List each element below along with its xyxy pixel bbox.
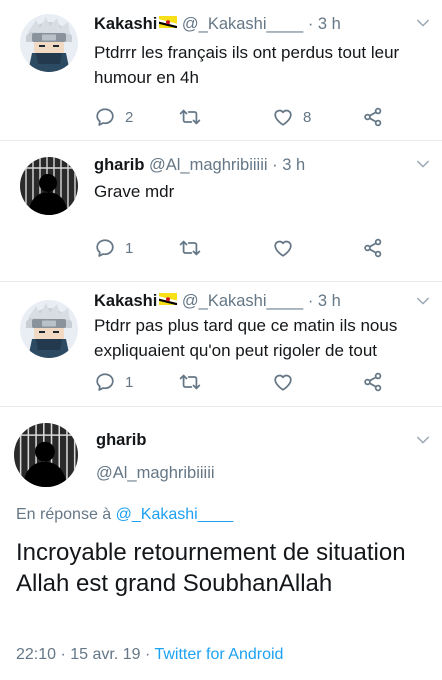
brunei-flag-icon xyxy=(159,16,177,28)
timestamp[interactable]: 3 h xyxy=(318,15,341,33)
timestamp[interactable]: 3 h xyxy=(318,292,341,310)
heart-icon xyxy=(272,371,294,393)
kakashi-avatar-icon xyxy=(20,300,78,358)
like-button[interactable]: 8 xyxy=(272,105,311,129)
tweet-text: Ptdrrr les français ils ont perdus tout … xyxy=(94,43,400,87)
author-name[interactable]: gharib xyxy=(94,156,144,174)
kakashi-avatar-icon xyxy=(20,14,78,72)
chevron-down-icon[interactable] xyxy=(414,431,432,449)
retweet-button[interactable] xyxy=(179,105,201,129)
reply-icon xyxy=(94,106,116,128)
share-icon xyxy=(362,371,384,393)
reply-count: 2 xyxy=(125,108,134,126)
tweet-meta: 22:10 · 15 avr. 19 · Twitter for Android xyxy=(16,646,283,664)
tweet-actions: 2 8 xyxy=(94,105,394,129)
reply-button[interactable]: 1 xyxy=(94,236,133,260)
chevron-down-icon[interactable] xyxy=(414,155,432,173)
reply-to-link[interactable]: @_Kakashi____ xyxy=(116,506,234,523)
avatar-kakashi[interactable] xyxy=(20,300,78,358)
tweet-item[interactable]: Kakashi @_Kakashi____ · 3 h Ptdrr pas pl… xyxy=(0,282,442,406)
reply-icon xyxy=(94,237,116,259)
chevron-down-icon[interactable] xyxy=(414,14,432,32)
author-handle[interactable]: @Al_maghribiiiii xyxy=(149,156,268,174)
retweet-icon xyxy=(179,237,201,259)
chevron-down-icon[interactable] xyxy=(414,292,432,310)
share-button[interactable] xyxy=(362,105,384,129)
tweet-date: 22:10 · 15 avr. 19 · xyxy=(16,646,151,663)
silhouette-bars-avatar-icon xyxy=(14,423,78,487)
retweet-icon xyxy=(179,371,201,393)
author-name[interactable]: Kakashi xyxy=(94,15,157,33)
share-button[interactable] xyxy=(362,236,384,260)
author-handle[interactable]: @_Kakashi____ xyxy=(182,292,303,310)
share-button[interactable] xyxy=(362,370,384,394)
tweet-text: Grave mdr xyxy=(94,182,175,201)
share-icon xyxy=(362,106,384,128)
author-name[interactable]: gharib xyxy=(96,431,146,450)
reply-count: 1 xyxy=(125,373,134,391)
avatar-kakashi[interactable] xyxy=(20,14,78,72)
share-icon xyxy=(362,237,384,259)
avatar-gharib[interactable] xyxy=(14,423,78,487)
tweet-item[interactable]: Kakashi @_Kakashi____ · 3 h Ptdrrr les f… xyxy=(0,0,442,140)
heart-icon xyxy=(272,237,294,259)
author-name[interactable]: Kakashi xyxy=(94,292,157,310)
timestamp[interactable]: 3 h xyxy=(282,156,305,174)
tweet-header: Kakashi @_Kakashi____ · 3 h xyxy=(94,13,341,35)
tweet-actions: 1 xyxy=(94,236,394,260)
author-handle[interactable]: @Al_maghribiiiii xyxy=(96,464,215,483)
heart-icon xyxy=(272,106,294,128)
like-button[interactable] xyxy=(272,370,294,394)
separator-dot: · xyxy=(272,156,278,174)
reply-count: 1 xyxy=(125,239,134,257)
separator-dot: · xyxy=(307,15,314,33)
source-link[interactable]: Twitter for Android xyxy=(154,646,283,663)
like-button[interactable] xyxy=(272,236,303,260)
reply-icon xyxy=(94,371,116,393)
tweet-actions: 1 xyxy=(94,370,394,394)
avatar-gharib[interactable] xyxy=(20,157,78,215)
tweet-text: Ptdrr pas plus tard que ce matin ils nou… xyxy=(94,316,398,360)
reply-prefix: En réponse à xyxy=(16,506,112,523)
author-handle[interactable]: @_Kakashi____ xyxy=(182,15,303,33)
tweet-header: gharib @Al_maghribiiiii · 3 h xyxy=(94,154,305,176)
retweet-button[interactable] xyxy=(179,236,201,260)
separator-dot: · xyxy=(307,292,314,310)
brunei-flag-icon xyxy=(159,293,177,305)
tweet-header: Kakashi @_Kakashi____ · 3 h xyxy=(94,290,341,312)
reply-button[interactable]: 2 xyxy=(94,105,133,129)
like-count: 8 xyxy=(303,108,312,126)
reply-context: En réponse à @_Kakashi____ xyxy=(16,506,233,524)
focused-tweet-text: Incroyable retournement de situation All… xyxy=(16,539,406,597)
silhouette-bars-avatar-icon xyxy=(20,157,78,215)
reply-button[interactable]: 1 xyxy=(94,370,133,394)
retweet-icon xyxy=(179,106,201,128)
retweet-button[interactable] xyxy=(179,370,201,394)
tweet-item[interactable]: gharib @Al_maghribiiiii · 3 h Grave mdr … xyxy=(0,141,442,281)
